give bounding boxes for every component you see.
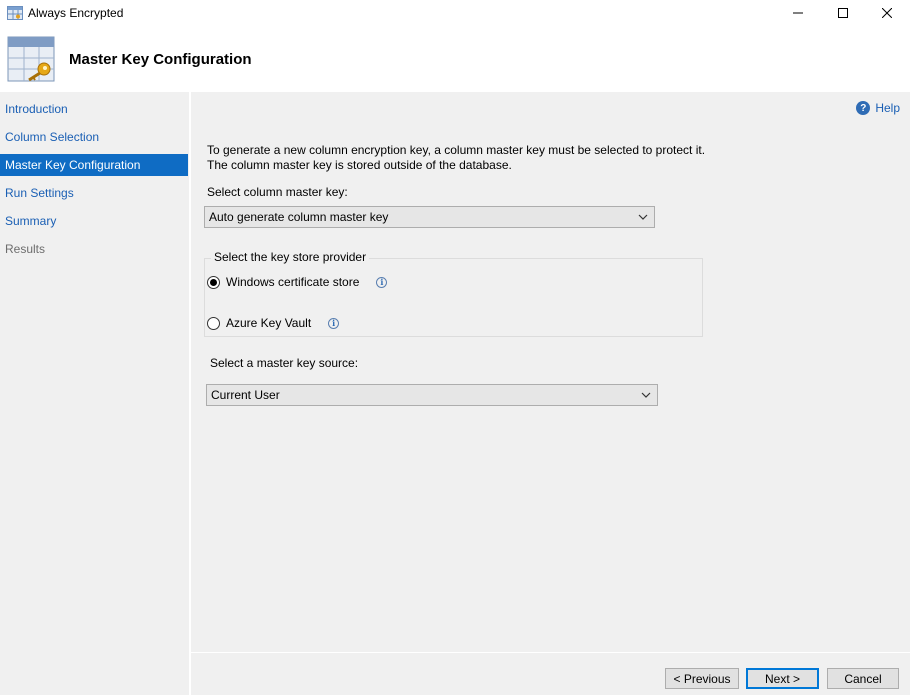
radio-button[interactable] <box>207 275 220 289</box>
page-title: Master Key Configuration <box>69 51 252 68</box>
key-source-label: Select a master key source: <box>210 356 359 370</box>
radio-azure-key-vault[interactable]: Azure Key Vault i <box>207 316 340 330</box>
maximize-icon <box>838 8 848 18</box>
table-key-icon <box>7 36 55 82</box>
main-panel: ? Help To generate a new column encrypti… <box>191 92 910 652</box>
radio-windows-certificate-store[interactable]: Windows certificate store i <box>207 275 388 289</box>
nav-item-run-settings[interactable]: Run Settings <box>0 182 188 204</box>
key-source-dropdown[interactable]: Current User <box>206 384 658 406</box>
wizard-navigation: Introduction Column Selection Master Key… <box>0 92 189 695</box>
minimize-button[interactable] <box>775 0 821 26</box>
close-icon <box>882 8 892 18</box>
minimize-icon <box>793 12 803 14</box>
master-key-value: Auto generate column master key <box>209 210 389 224</box>
chevron-down-icon <box>641 392 651 398</box>
radio-label: Windows certificate store <box>226 275 360 289</box>
key-store-provider-legend: Select the key store provider <box>211 250 370 264</box>
nav-item-summary[interactable]: Summary <box>0 210 188 232</box>
next-button[interactable]: Next > <box>746 668 819 689</box>
help-link[interactable]: ? Help <box>856 101 900 115</box>
title-bar: Always Encrypted <box>0 0 910 26</box>
nav-item-column-selection[interactable]: Column Selection <box>0 126 188 148</box>
footer-divider <box>191 652 910 653</box>
chevron-down-icon <box>638 214 648 220</box>
info-icon[interactable]: i <box>328 317 340 329</box>
nav-item-master-key-configuration[interactable]: Master Key Configuration <box>0 154 188 176</box>
master-key-dropdown[interactable]: Auto generate column master key <box>204 206 655 228</box>
window-title: Always Encrypted <box>28 6 124 20</box>
maximize-button[interactable] <box>820 0 866 26</box>
page-description: To generate a new column encryption key,… <box>207 143 706 172</box>
close-button[interactable] <box>864 0 910 26</box>
radio-label: Azure Key Vault <box>226 316 312 330</box>
key-source-value: Current User <box>211 388 280 402</box>
previous-button[interactable]: < Previous <box>665 668 739 689</box>
help-icon: ? <box>856 101 871 115</box>
app-icon <box>7 6 23 20</box>
help-label: Help <box>875 101 900 115</box>
master-key-label: Select column master key: <box>207 185 348 199</box>
radio-button[interactable] <box>207 316 220 330</box>
wizard-header: Master Key Configuration <box>0 26 910 92</box>
nav-item-introduction[interactable]: Introduction <box>0 98 188 120</box>
key-store-provider-group: Select the key store provider Windows ce… <box>204 250 703 337</box>
info-icon[interactable]: i <box>376 276 388 288</box>
cancel-button[interactable]: Cancel <box>827 668 899 689</box>
nav-item-results: Results <box>5 242 46 256</box>
